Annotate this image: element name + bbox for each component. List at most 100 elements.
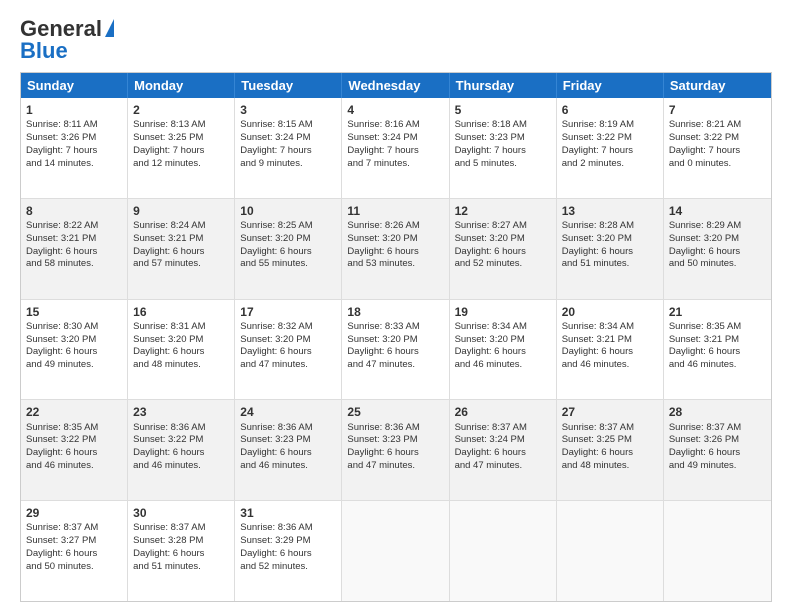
calendar-cell-8: 8Sunrise: 8:22 AMSunset: 3:21 PMDaylight… xyxy=(21,199,128,299)
page: General Blue SundayMondayTuesdayWednesda… xyxy=(0,0,792,612)
day-number: 31 xyxy=(240,505,336,521)
day-number: 2 xyxy=(133,102,229,118)
daylight-text: Daylight: 6 hours and 46 minutes. xyxy=(562,346,633,370)
calendar-row-2: 8Sunrise: 8:22 AMSunset: 3:21 PMDaylight… xyxy=(21,199,771,300)
calendar-cell-23: 23Sunrise: 8:36 AMSunset: 3:22 PMDayligh… xyxy=(128,400,235,500)
daylight-text: Daylight: 6 hours and 50 minutes. xyxy=(669,246,740,270)
day-number: 12 xyxy=(455,203,551,219)
sunset-text: Sunset: 3:20 PM xyxy=(455,334,525,345)
calendar-cell-empty xyxy=(664,501,771,601)
day-number: 14 xyxy=(669,203,766,219)
daylight-text: Daylight: 6 hours and 49 minutes. xyxy=(669,447,740,471)
daylight-text: Daylight: 7 hours and 0 minutes. xyxy=(669,145,740,169)
sunset-text: Sunset: 3:21 PM xyxy=(562,334,632,345)
sunset-text: Sunset: 3:20 PM xyxy=(347,334,417,345)
sunrise-text: Sunrise: 8:37 AM xyxy=(455,422,527,433)
calendar-cell-20: 20Sunrise: 8:34 AMSunset: 3:21 PMDayligh… xyxy=(557,300,664,400)
daylight-text: Daylight: 6 hours and 50 minutes. xyxy=(26,548,97,572)
logo: General Blue xyxy=(20,16,114,64)
sunset-text: Sunset: 3:22 PM xyxy=(26,434,96,445)
daylight-text: Daylight: 6 hours and 46 minutes. xyxy=(133,447,204,471)
sunrise-text: Sunrise: 8:34 AM xyxy=(562,321,634,332)
sunrise-text: Sunrise: 8:33 AM xyxy=(347,321,419,332)
day-number: 22 xyxy=(26,404,122,420)
sunset-text: Sunset: 3:20 PM xyxy=(240,334,310,345)
calendar-cell-22: 22Sunrise: 8:35 AMSunset: 3:22 PMDayligh… xyxy=(21,400,128,500)
sunrise-text: Sunrise: 8:37 AM xyxy=(133,522,205,533)
daylight-text: Daylight: 6 hours and 51 minutes. xyxy=(133,548,204,572)
calendar-cell-18: 18Sunrise: 8:33 AM Sunset: 3:20 PMDayligh… xyxy=(342,300,449,400)
day-number: 21 xyxy=(669,304,766,320)
day-number: 13 xyxy=(562,203,658,219)
daylight-text: Daylight: 6 hours and 48 minutes. xyxy=(562,447,633,471)
calendar-cell-11: 11Sunrise: 8:26 AMSunset: 3:20 PMDayligh… xyxy=(342,199,449,299)
daylight-text: Daylight: 6 hours and 52 minutes. xyxy=(455,246,526,270)
daylight-text: Daylight: 7 hours and 14 minutes. xyxy=(26,145,97,169)
sunset-text: Sunset: 3:21 PM xyxy=(26,233,96,244)
sunset-text: Sunset: 3:23 PM xyxy=(455,132,525,143)
sunset-text: Sunset: 3:24 PM xyxy=(240,132,310,143)
calendar-cell-empty xyxy=(342,501,449,601)
calendar-row-5: 29 Sunrise: 8:37 AM Sunset: 3:27 PM Dayligh… xyxy=(21,501,771,601)
calendar-header-row: SundayMondayTuesdayWednesdayThursdayFrid… xyxy=(21,73,771,98)
calendar-cell-1: 1Sunrise: 8:11 AMSunset: 3:26 PMDaylight… xyxy=(21,98,128,198)
calendar-cell-4: 4Sunrise: 8:16 AMSunset: 3:24 PMDaylight… xyxy=(342,98,449,198)
calendar-row-4: 22Sunrise: 8:35 AMSunset: 3:22 PMDayligh… xyxy=(21,400,771,501)
calendar-cell-19: 19Sunrise: 8:34 AMSunset: 3:20 PMDayligh… xyxy=(450,300,557,400)
sunrise-text: Sunrise: 8:19 AM xyxy=(562,119,634,130)
calendar-cell-21: 21Sunrise: 8:35 AMSunset: 3:21 PMDayligh… xyxy=(664,300,771,400)
day-number: 30 xyxy=(133,505,229,521)
daylight-text: Daylight: 6 hours and 57 minutes. xyxy=(133,246,204,270)
day-number: 25 xyxy=(347,404,443,420)
daylight-text: Daylight: 6 hours and 51 minutes. xyxy=(562,246,633,270)
sunset-text: Sunset: 3:22 PM xyxy=(133,434,203,445)
day-number: 19 xyxy=(455,304,551,320)
calendar-cell-12: 12Sunrise: 8:27 AMSunset: 3:20 PMDayligh… xyxy=(450,199,557,299)
calendar-cell-26: 26Sunrise: 8:37 AMSunset: 3:24 PMDayligh… xyxy=(450,400,557,500)
calendar-cell-27: 27Sunrise: 8:37 AMSunset: 3:25 PMDayligh… xyxy=(557,400,664,500)
sunset-text: Sunset: 3:27 PM xyxy=(26,535,96,546)
sunrise-text: Sunrise: 8:29 AM xyxy=(669,220,741,231)
sunset-text: Sunset: 3:20 PM xyxy=(562,233,632,244)
calendar-cell-10: 10Sunrise: 8:25 AMSunset: 3:20 PMDayligh… xyxy=(235,199,342,299)
sunrise-text: Sunrise: 8:37 AM xyxy=(562,422,634,433)
day-number: 11 xyxy=(347,203,443,219)
daylight-text: Daylight: 7 hours and 5 minutes. xyxy=(455,145,526,169)
daylight-text: Daylight: 6 hours and 49 minutes. xyxy=(26,346,97,370)
sunset-text: Sunset: 3:29 PM xyxy=(240,535,310,546)
logo-blue: Blue xyxy=(20,38,68,64)
sunset-text: Sunset: 3:20 PM xyxy=(455,233,525,244)
sunset-text: Sunset: 3:20 PM xyxy=(240,233,310,244)
sunrise-text: Sunrise: 8:15 AM xyxy=(240,119,312,130)
calendar-cell-24: 24Sunrise: 8:36 AMSunset: 3:23 PMDayligh… xyxy=(235,400,342,500)
sunset-text: Sunset: 3:25 PM xyxy=(562,434,632,445)
calendar: SundayMondayTuesdayWednesdayThursdayFrid… xyxy=(20,72,772,602)
sunrise-text: Sunrise: 8:36 AM xyxy=(240,522,312,533)
calendar-header-friday: Friday xyxy=(557,73,664,98)
day-number: 5 xyxy=(455,102,551,118)
day-number: 6 xyxy=(562,102,658,118)
sunrise-text: Sunrise: 8:36 AM xyxy=(240,422,312,433)
calendar-cell-9: 9Sunrise: 8:24 AMSunset: 3:21 PMDaylight… xyxy=(128,199,235,299)
sunrise-text: Sunrise: 8:36 AM xyxy=(347,422,419,433)
calendar-body: 1Sunrise: 8:11 AMSunset: 3:26 PMDaylight… xyxy=(21,98,771,601)
sunrise-text: Sunrise: 8:26 AM xyxy=(347,220,419,231)
day-number: 28 xyxy=(669,404,766,420)
calendar-header-thursday: Thursday xyxy=(450,73,557,98)
day-number: 18 xyxy=(347,304,443,320)
sunrise-text: Sunrise: 8:35 AM xyxy=(669,321,741,332)
daylight-text: Daylight: 6 hours and 46 minutes. xyxy=(455,346,526,370)
sunset-text: Sunset: 3:23 PM xyxy=(240,434,310,445)
sunset-text: Sunset: 3:24 PM xyxy=(455,434,525,445)
calendar-cell-empty xyxy=(557,501,664,601)
daylight-text: Daylight: 6 hours and 52 minutes. xyxy=(240,548,311,572)
sunrise-text: Sunrise: 8:18 AM xyxy=(455,119,527,130)
daylight-text: Daylight: 6 hours and 47 minutes. xyxy=(347,346,418,370)
sunset-text: Sunset: 3:22 PM xyxy=(669,132,739,143)
daylight-text: Daylight: 6 hours and 46 minutes. xyxy=(240,447,311,471)
calendar-header-sunday: Sunday xyxy=(21,73,128,98)
sunrise-text: Sunrise: 8:37 AM xyxy=(669,422,741,433)
day-number: 3 xyxy=(240,102,336,118)
day-number: 29 xyxy=(26,505,122,521)
day-number: 23 xyxy=(133,404,229,420)
